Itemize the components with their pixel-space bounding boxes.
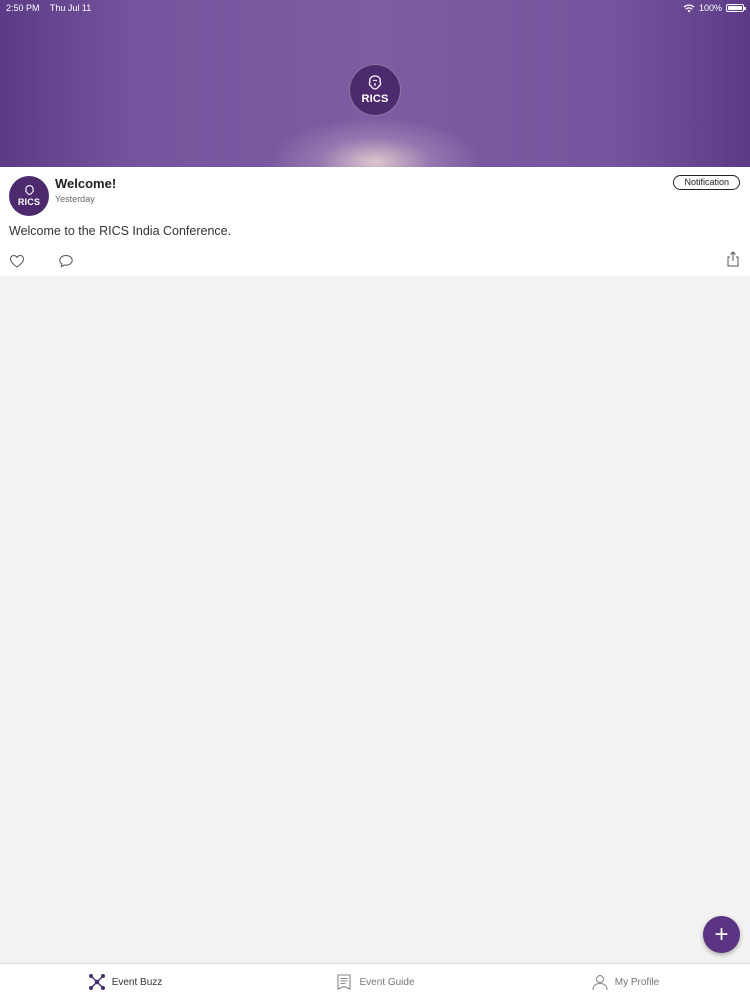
status-date: Thu Jul 11 [49,3,92,13]
rics-lion-logo [24,185,34,195]
post-body: Welcome to the RICS India Conference. [9,224,232,238]
tab-label: Event Guide [359,976,415,988]
avatar[interactable]: RICS [9,176,49,216]
battery-percent: 100% [698,3,722,13]
rics-logo: RICS [349,64,401,116]
tab-bar: Event Buzz Event Guide My Profile [0,963,750,1000]
tab-event-guide[interactable]: Event Guide [250,964,500,1000]
comment-icon[interactable] [58,253,74,269]
battery-icon [726,4,746,12]
document-icon [337,974,352,990]
wifi-icon [683,3,695,12]
rics-lion-logo [368,75,382,90]
avatar-text: RICS [17,197,41,207]
header-banner: RICS [0,0,750,167]
add-post-button[interactable]: + [703,916,740,953]
tab-label: My Profile [614,976,660,988]
status-time: 2:50 PM [6,3,40,13]
share-icon[interactable] [725,251,741,267]
tab-label: Event Buzz [111,976,163,988]
post-timestamp: Yesterday [55,194,95,204]
heart-icon[interactable] [9,253,25,269]
molecule-icon [88,974,105,990]
post-title: Welcome! [55,176,117,191]
tab-event-buzz[interactable]: Event Buzz [0,964,250,1000]
post-card[interactable]: RICS Welcome! Yesterday Notification Wel… [0,167,750,276]
header-logo-text: RICS [361,93,389,105]
plus-icon: + [714,920,729,948]
tab-my-profile[interactable]: My Profile [500,964,750,1000]
user-icon [592,974,608,991]
notification-badge[interactable]: Notification [673,175,740,190]
status-bar: 2:50 PM Thu Jul 11 100% [0,0,750,16]
